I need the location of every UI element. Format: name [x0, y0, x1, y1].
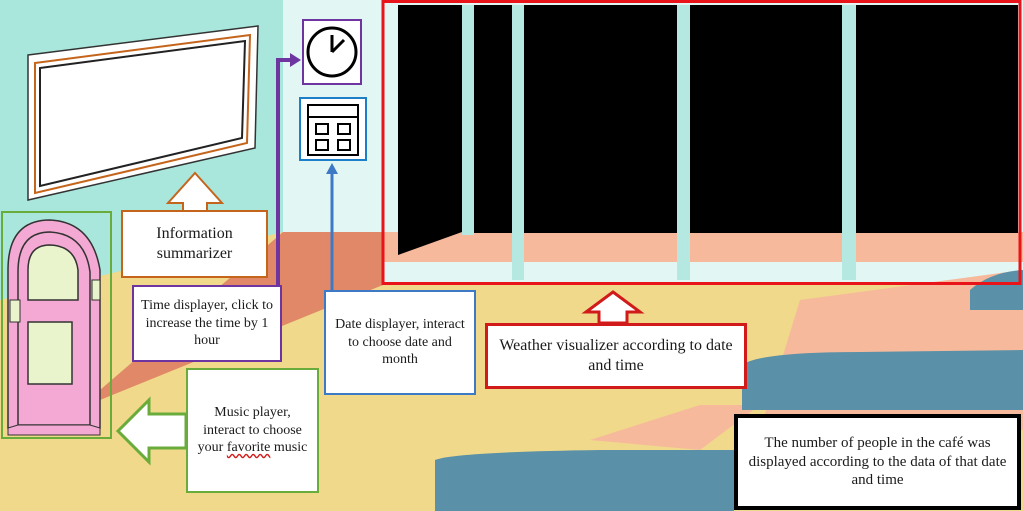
date-displayer-label: Date displayer, interact to choose date …	[324, 290, 476, 395]
window-pane	[856, 5, 1018, 233]
music-player-text-end: music	[270, 440, 308, 456]
clock-icon[interactable]	[302, 19, 362, 85]
weather-visualizer-text: Weather visualizer according to date and…	[499, 337, 733, 374]
music-player-text: Music player, interact to choose your fa…	[194, 404, 311, 457]
info-summarizer-text: Information summarizer	[156, 225, 233, 262]
people-count-label: The number of people in the café was dis…	[734, 414, 1021, 510]
window-mullion	[842, 5, 856, 280]
people-count-text: The number of people in the café was dis…	[748, 434, 1007, 489]
calendar-icon[interactable]	[299, 97, 367, 161]
window-pane	[474, 5, 512, 233]
window-pane	[690, 5, 842, 233]
window-mullion	[512, 5, 524, 280]
cafe-table	[435, 450, 734, 511]
cafe-table	[742, 350, 1023, 410]
window-pane	[398, 5, 462, 255]
window-sill	[383, 232, 1023, 262]
window-mullion	[462, 5, 474, 235]
window-mullion	[677, 5, 690, 280]
music-player-label: Music player, interact to choose your fa…	[186, 368, 319, 493]
window-pane	[524, 5, 677, 233]
time-displayer-label: Time displayer, click to increase the ti…	[132, 285, 282, 362]
date-displayer-text: Date displayer, interact to choose date …	[335, 317, 465, 368]
info-summarizer-label: Information summarizer	[121, 210, 268, 278]
weather-visualizer-label: Weather visualizer according to date and…	[485, 323, 747, 389]
time-displayer-text: Time displayer, click to increase the ti…	[141, 298, 273, 349]
music-player-text-misspelled: favorite	[226, 440, 271, 456]
